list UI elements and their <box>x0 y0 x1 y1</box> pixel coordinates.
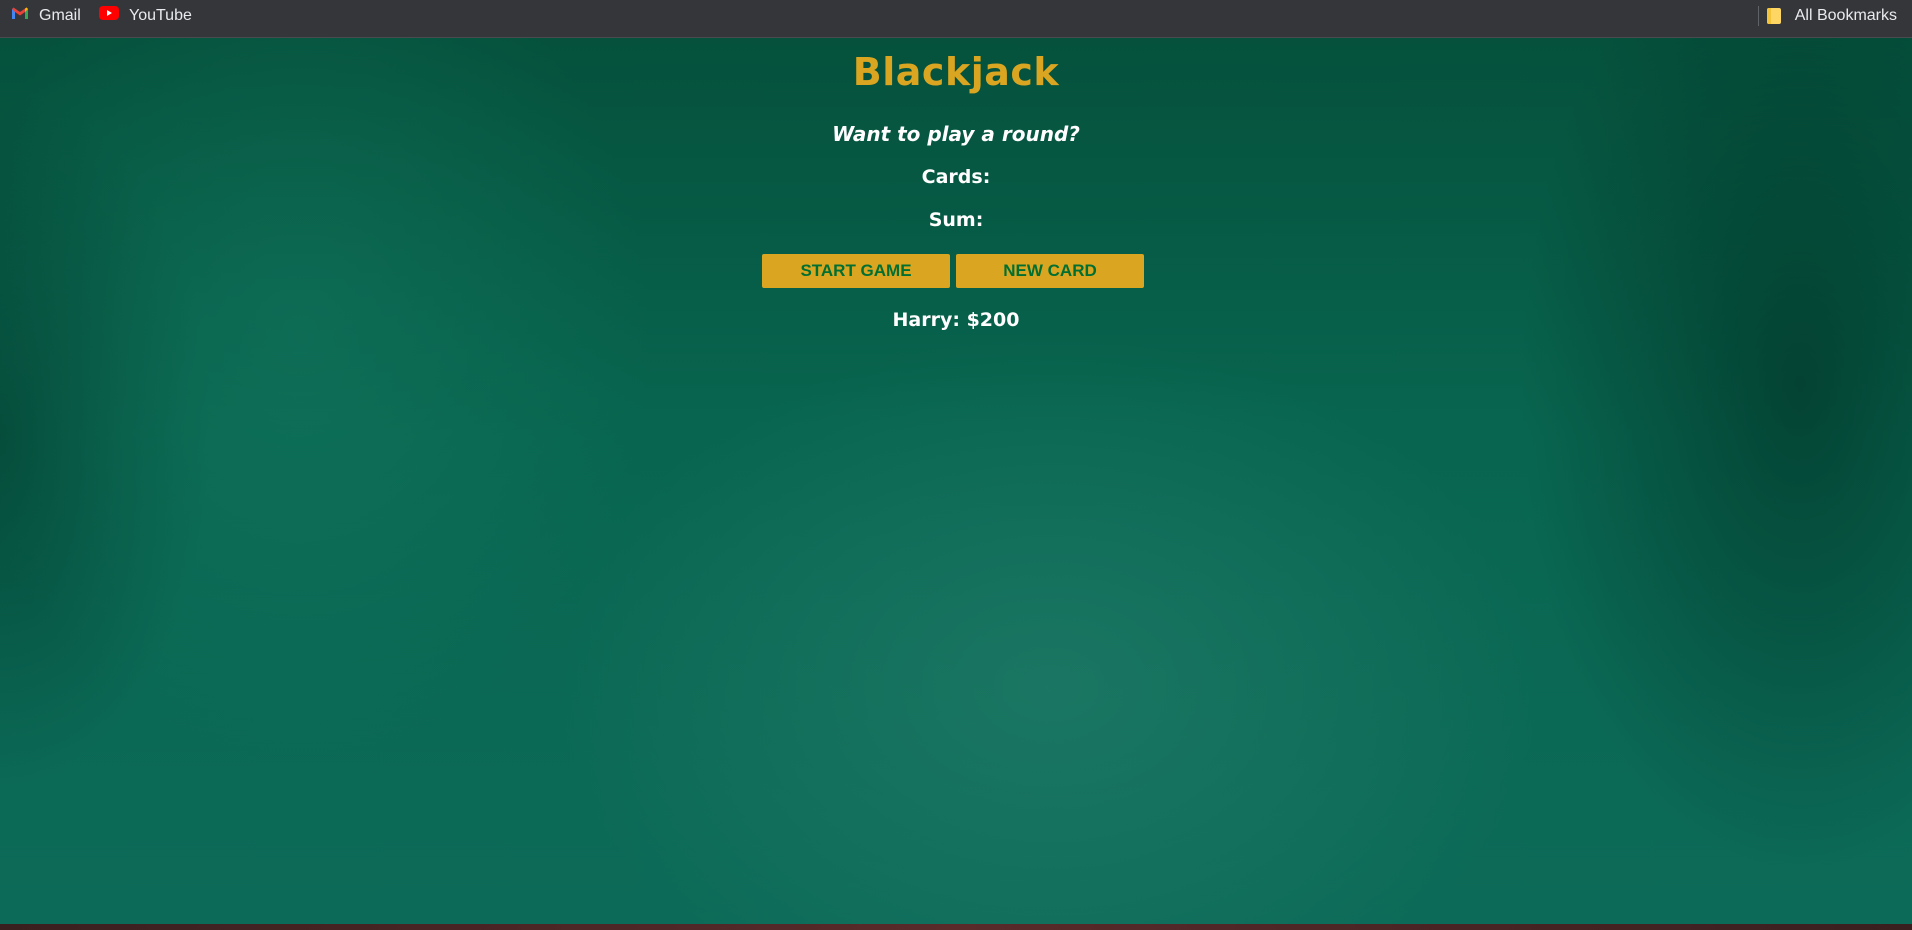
new-card-button[interactable]: NEW CARD <box>956 254 1144 288</box>
folder-icon <box>1766 7 1781 24</box>
all-bookmarks-button[interactable]: All Bookmarks <box>1766 0 1897 31</box>
bookmark-gmail-label: Gmail <box>39 6 81 24</box>
bookmark-youtube-label: YouTube <box>129 6 192 24</box>
gmail-icon <box>11 6 29 25</box>
youtube-icon <box>99 6 119 25</box>
game-message: Want to play a round? <box>832 122 1080 146</box>
bookmark-gmail[interactable]: Gmail <box>11 0 81 31</box>
sum-label: Sum: <box>928 209 984 231</box>
start-game-button[interactable]: START GAME <box>762 254 950 288</box>
bookmarks-separator <box>1758 6 1759 26</box>
bookmark-youtube[interactable]: YouTube <box>99 0 192 31</box>
all-bookmarks-label: All Bookmarks <box>1794 6 1897 24</box>
page-title: Blackjack <box>852 50 1060 94</box>
player-info: Harry: $200 <box>892 309 1020 331</box>
bookmarks-bar: Gmail YouTube All Bookmarks <box>0 0 1912 38</box>
game-table: Blackjack Want to play a round? Cards: S… <box>0 38 1912 924</box>
bottom-edge <box>0 924 1912 930</box>
cards-label: Cards: <box>921 166 991 188</box>
